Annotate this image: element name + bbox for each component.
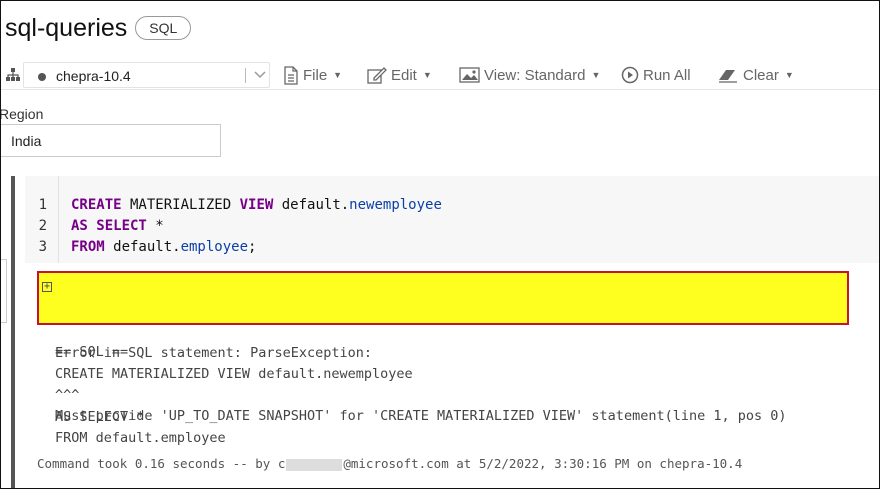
code-line[interactable]: CREATE MATERIALIZED VIEW default.newempl… — [71, 195, 442, 216]
code-editor[interactable]: 123 CREATE MATERIALIZED VIEW default.new… — [25, 176, 879, 263]
eraser-icon — [719, 70, 737, 83]
caret-down-icon: ▼ — [333, 70, 343, 80]
chevron-down-icon[interactable] — [253, 69, 267, 81]
trace-line: ^^^ — [55, 387, 80, 403]
run-all-button[interactable]: Run All — [621, 64, 691, 86]
cluster-name: chepra-10.4 — [56, 68, 131, 84]
image-icon — [459, 67, 480, 83]
edit-menu-label: Edit — [391, 66, 417, 84]
trace-line: FROM default.employee — [55, 430, 226, 446]
sql-identifier: newemployee — [349, 197, 442, 213]
notebook-toolbar: chepra-10.4 File ▼ Edit ▼ View: Standard… — [1, 61, 879, 91]
cluster-select[interactable]: chepra-10.4 — [23, 62, 270, 88]
trace-line: == SQL == — [55, 344, 129, 360]
view-menu-label: View: Standard — [484, 66, 586, 84]
play-circle-icon — [621, 66, 639, 84]
file-icon — [284, 65, 298, 85]
file-menu-button[interactable]: File ▼ — [283, 64, 342, 86]
caret-down-icon: ▼ — [422, 70, 432, 80]
sql-keyword: VIEW — [239, 197, 274, 213]
line-number: 3 — [38, 239, 47, 255]
expand-icon[interactable]: + — [42, 282, 52, 292]
line-numbers: 1 2 3 — [25, 195, 47, 258]
sql-keyword: AS SELECT — [71, 218, 147, 234]
redacted-username — [286, 458, 343, 471]
code-token: default. — [104, 239, 181, 255]
cell-gutter-handle[interactable] — [1, 259, 7, 323]
footer-suffix: @microsoft.com at 5/2/2022, 3:30:16 PM o… — [343, 456, 743, 471]
language-badge[interactable]: SQL — [135, 16, 192, 40]
region-widget-input[interactable]: India — [1, 124, 221, 157]
line-number: 1 — [38, 197, 47, 213]
toolbar-divider — [1, 89, 879, 90]
trace-line: CREATE MATERIALIZED VIEW default.newempl… — [55, 365, 413, 382]
code-lines[interactable]: CREATE MATERIALIZED VIEW default.newempl… — [71, 195, 442, 258]
code-line[interactable]: FROM default.employee; — [71, 237, 442, 258]
line-number: 2 — [38, 218, 47, 234]
notebook-header: sql-queries SQL — [5, 11, 192, 45]
code-token: default. — [273, 197, 350, 213]
error-message-box: + Error in SQL statement: ParseException… — [37, 271, 849, 424]
clear-menu-label: Clear — [743, 66, 779, 84]
cell-focus-bar — [11, 176, 15, 488]
edit-icon — [367, 67, 387, 84]
command-footer: Command took 0.16 seconds -- by c @micros… — [37, 456, 742, 471]
select-separator — [245, 68, 246, 83]
widget-label: Region — [0, 106, 44, 122]
edit-menu-button[interactable]: Edit ▼ — [367, 64, 432, 86]
cluster-status-dot — [38, 73, 46, 81]
error-trace: == SQL == CREATE MATERIALIZED VIEW defaul… — [55, 342, 413, 450]
trace-line: AS SELECT * — [55, 408, 145, 425]
run-all-label: Run All — [643, 66, 691, 84]
notebook-title[interactable]: sql-queries — [5, 14, 127, 43]
caret-down-icon: ▼ — [591, 70, 601, 80]
sql-identifier: employee — [180, 239, 249, 255]
gutter-divider — [58, 176, 59, 263]
notebook-window: sql-queries SQL chepra-10.4 File ▼ Edit … — [0, 0, 880, 489]
clear-menu-button[interactable]: Clear ▼ — [717, 64, 794, 86]
sql-keyword: FROM — [71, 239, 105, 255]
code-line[interactable]: AS SELECT * — [71, 216, 442, 237]
code-token: MATERIALIZED — [121, 197, 240, 213]
code-token: * — [146, 218, 164, 234]
code-token: ; — [248, 239, 257, 255]
view-menu-button[interactable]: View: Standard ▼ — [459, 64, 600, 86]
cluster-icon[interactable] — [5, 67, 21, 83]
sql-keyword: CREATE — [71, 197, 122, 213]
file-menu-label: File — [303, 66, 328, 84]
caret-down-icon: ▼ — [784, 70, 794, 80]
footer-prefix: Command took 0.16 seconds -- by c — [37, 456, 286, 471]
